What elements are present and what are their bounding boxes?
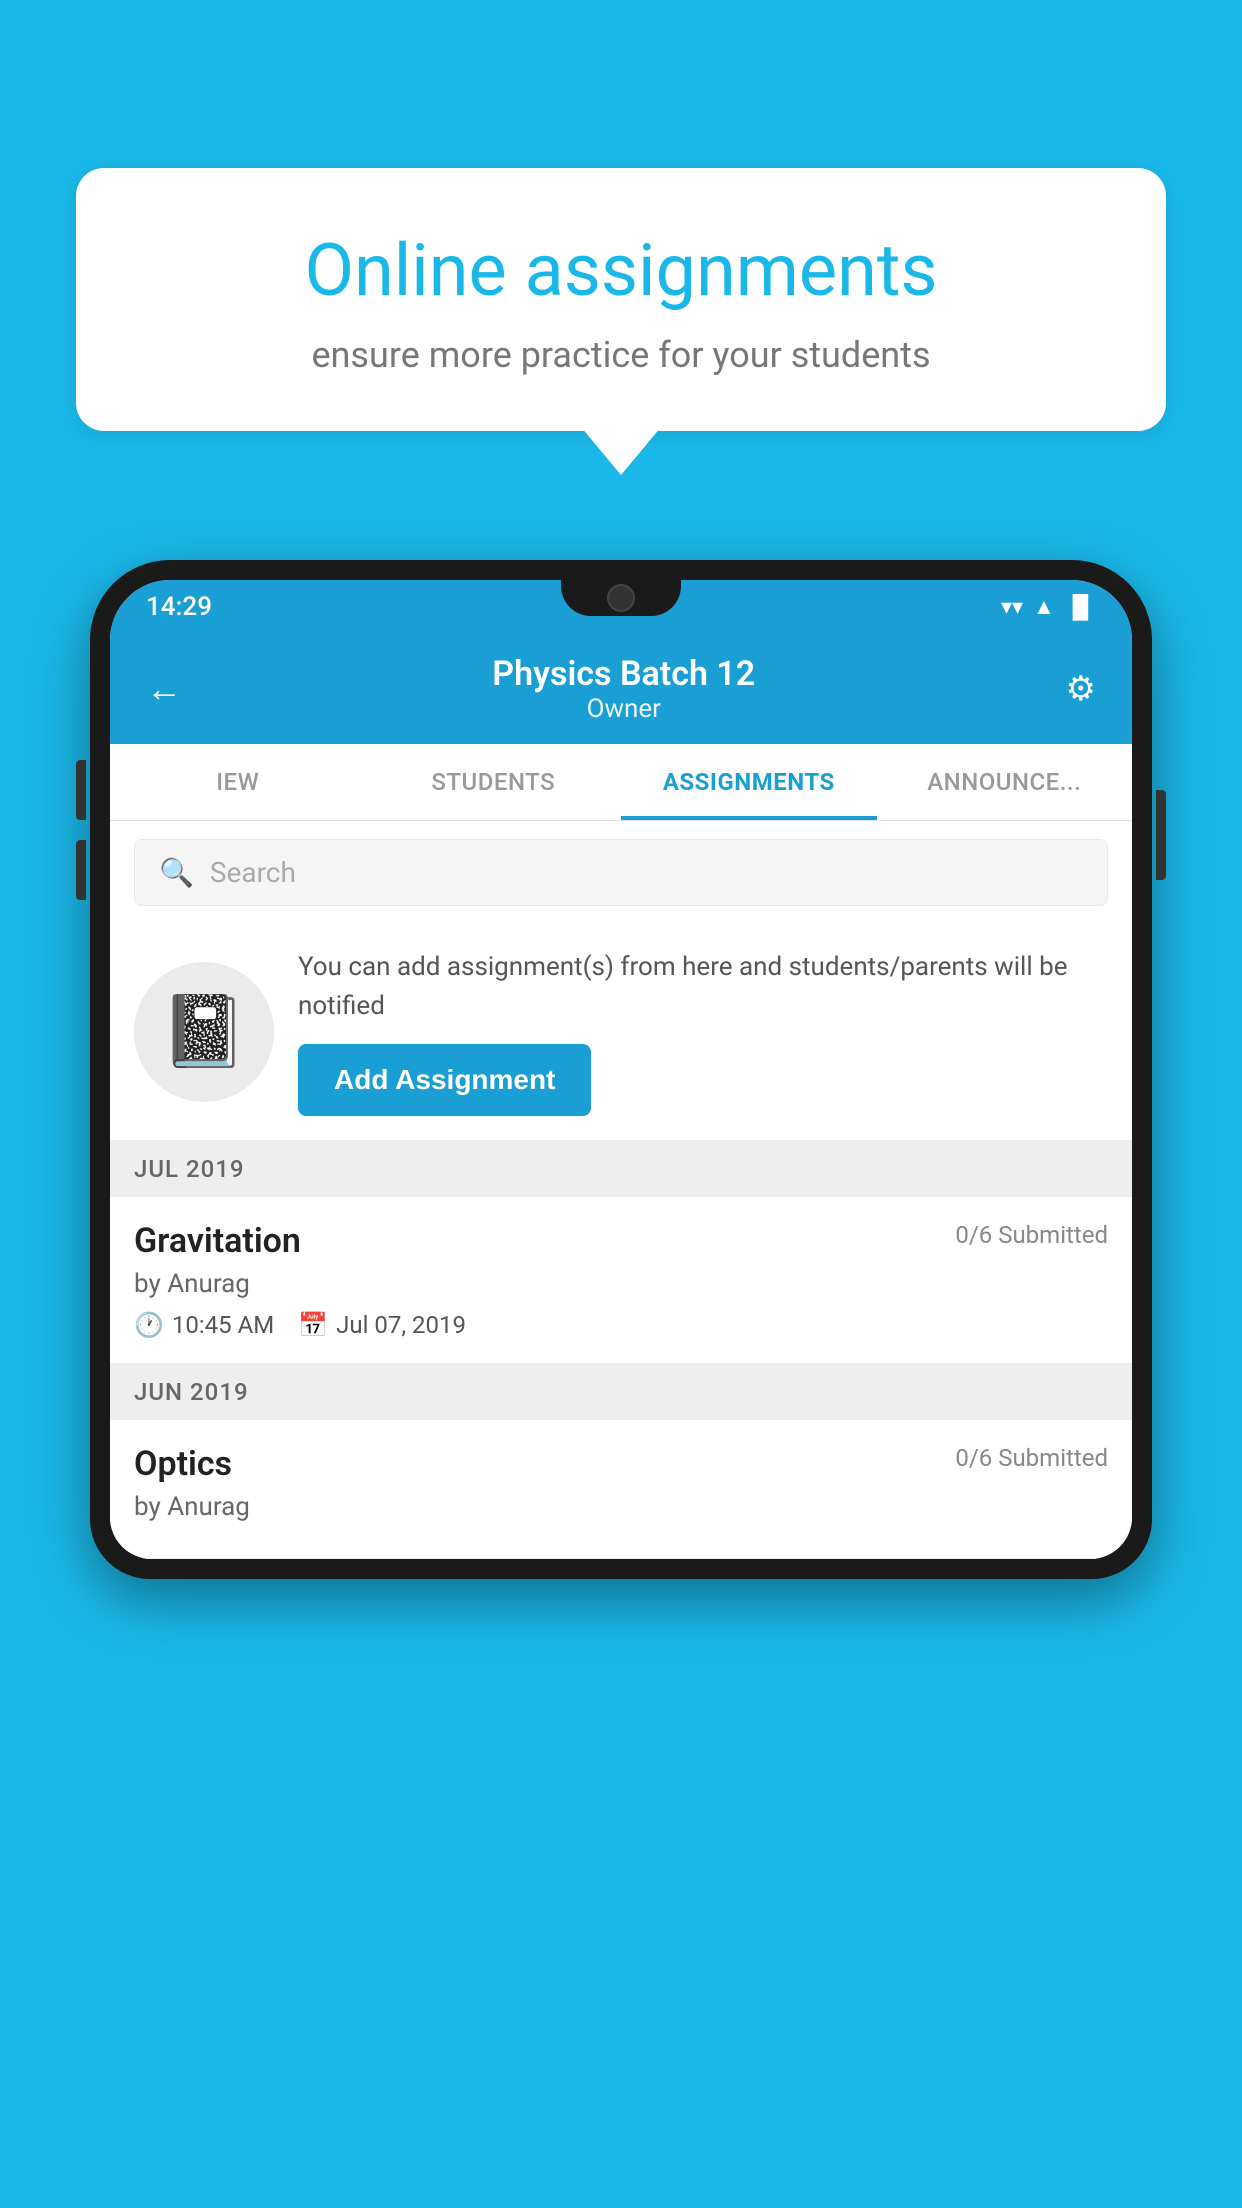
- content-area: 🔍 Search 📓 You can add assignment(s) fro…: [110, 821, 1132, 1559]
- volume-up-button[interactable]: [76, 760, 86, 820]
- assignment-top-row: Gravitation 0/6 Submitted: [134, 1221, 1108, 1261]
- settings-icon[interactable]: ⚙: [1066, 669, 1096, 709]
- wifi-icon: ▾▾: [1001, 595, 1023, 620]
- back-button[interactable]: ←: [146, 668, 182, 710]
- assignment-submitted: 0/6 Submitted: [955, 1221, 1108, 1249]
- assignment-top-row-optics: Optics 0/6 Submitted: [134, 1444, 1108, 1484]
- assignment-item-gravitation[interactable]: Gravitation 0/6 Submitted by Anurag 🕐 10…: [110, 1197, 1132, 1364]
- tabs-bar: IEW STUDENTS ASSIGNMENTS ANNOUNCE...: [110, 744, 1132, 821]
- search-icon: 🔍: [159, 856, 194, 889]
- assignment-name-optics: Optics: [134, 1444, 232, 1484]
- search-placeholder: Search: [210, 856, 296, 889]
- meta-time: 🕐 10:45 AM: [134, 1311, 274, 1339]
- section-header-jun: JUN 2019: [110, 1364, 1132, 1420]
- header-subtitle: Owner: [492, 694, 755, 724]
- header-title: Physics Batch 12: [492, 654, 755, 694]
- assignment-by: by Anurag: [134, 1269, 1108, 1299]
- tab-students[interactable]: STUDENTS: [366, 744, 622, 820]
- tab-announcements[interactable]: ANNOUNCE...: [877, 744, 1133, 820]
- section-header-jul: JUL 2019: [110, 1141, 1132, 1197]
- search-input-wrap[interactable]: 🔍 Search: [134, 839, 1108, 906]
- phone-notch: [561, 580, 681, 616]
- speech-bubble-container: Online assignments ensure more practice …: [76, 168, 1166, 431]
- calendar-icon: 📅: [298, 1311, 328, 1339]
- assignment-date: Jul 07, 2019: [336, 1311, 466, 1339]
- power-button[interactable]: [1156, 790, 1166, 880]
- promo-text: You can add assignment(s) from here and …: [298, 948, 1108, 1026]
- search-bar: 🔍 Search: [110, 821, 1132, 924]
- phone-camera: [607, 584, 635, 612]
- phone-outer: 14:29 ▾▾ ▲ ▐▌ ← Physics Batch 12 Owner ⚙…: [90, 560, 1152, 1579]
- add-assignment-promo: 📓 You can add assignment(s) from here an…: [110, 924, 1132, 1141]
- battery-icon: ▐▌: [1065, 594, 1096, 620]
- status-icons: ▾▾ ▲ ▐▌: [1001, 594, 1096, 620]
- app-header: ← Physics Batch 12 Owner ⚙: [110, 634, 1132, 744]
- speech-bubble: Online assignments ensure more practice …: [76, 168, 1166, 431]
- promo-icon-circle: 📓: [134, 962, 274, 1102]
- tab-assignments[interactable]: ASSIGNMENTS: [621, 744, 877, 820]
- signal-icon: ▲: [1033, 594, 1055, 620]
- clock-icon: 🕐: [134, 1311, 164, 1339]
- meta-date: 📅 Jul 07, 2019: [298, 1311, 466, 1339]
- assignment-time: 10:45 AM: [172, 1311, 274, 1339]
- bubble-title: Online assignments: [146, 228, 1096, 314]
- volume-down-button[interactable]: [76, 840, 86, 900]
- add-assignment-button[interactable]: Add Assignment: [298, 1044, 591, 1116]
- assignment-name: Gravitation: [134, 1221, 301, 1261]
- promo-right: You can add assignment(s) from here and …: [298, 948, 1108, 1116]
- header-title-group: Physics Batch 12 Owner: [492, 654, 755, 724]
- phone-frame: 14:29 ▾▾ ▲ ▐▌ ← Physics Batch 12 Owner ⚙…: [90, 560, 1152, 2208]
- assignment-by-optics: by Anurag: [134, 1492, 1108, 1522]
- assignment-item-optics[interactable]: Optics 0/6 Submitted by Anurag: [110, 1420, 1132, 1559]
- status-time: 14:29: [146, 592, 212, 622]
- bubble-subtitle: ensure more practice for your students: [146, 334, 1096, 376]
- notebook-icon: 📓: [160, 991, 247, 1073]
- assignment-meta: 🕐 10:45 AM 📅 Jul 07, 2019: [134, 1311, 1108, 1339]
- assignment-submitted-optics: 0/6 Submitted: [955, 1444, 1108, 1472]
- tab-iew[interactable]: IEW: [110, 744, 366, 820]
- phone-screen: 14:29 ▾▾ ▲ ▐▌ ← Physics Batch 12 Owner ⚙…: [110, 580, 1132, 1559]
